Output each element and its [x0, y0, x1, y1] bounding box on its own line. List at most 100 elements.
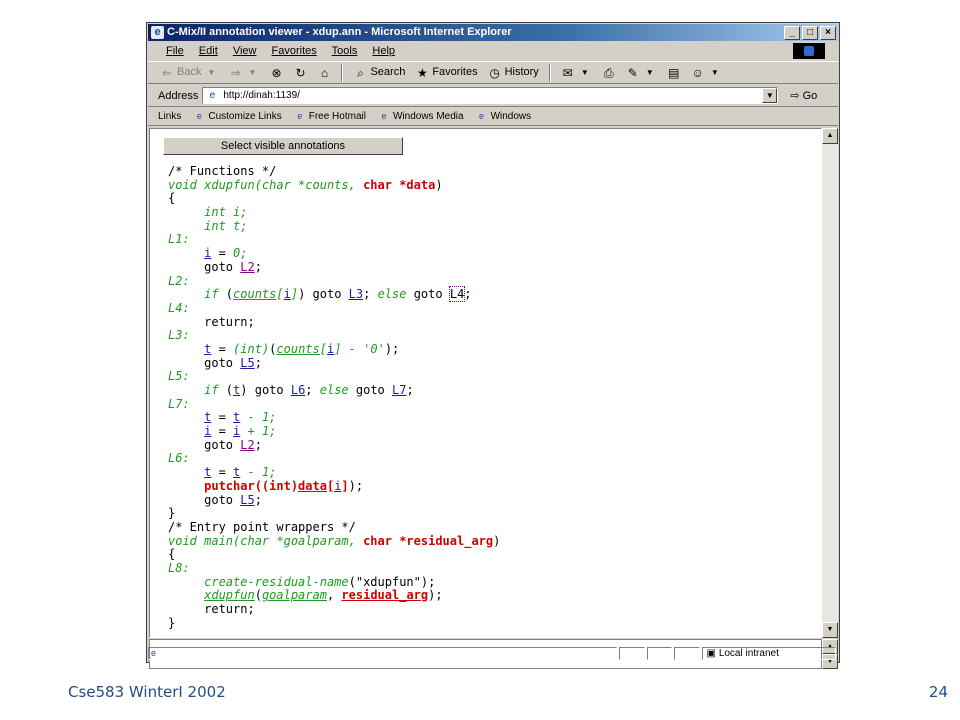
code-token: = — [211, 246, 234, 261]
go-button[interactable]: ⇨ Go — [790, 89, 817, 103]
code-token: L5: — [168, 369, 190, 384]
annotation-link[interactable]: L7 — [392, 383, 406, 397]
link-free-hotmail[interactable]: e Free Hotmail — [294, 111, 366, 122]
menu-file[interactable]: File — [166, 45, 184, 57]
home-button[interactable]: ⌂ — [317, 66, 331, 80]
edit-icon: ✎ — [627, 65, 638, 80]
code-token: ("xdupfun"); — [348, 574, 436, 589]
annotation-link[interactable]: counts — [233, 287, 276, 301]
refresh-button[interactable]: ↻ — [293, 66, 307, 80]
title-bar[interactable]: e C-Mix/II annotation viewer - xdup.ann … — [148, 24, 838, 41]
annotation-link[interactable]: L3 — [349, 287, 363, 301]
annotation-link[interactable]: residual_arg — [341, 588, 428, 602]
page-icon: e — [151, 648, 157, 658]
code-line: L7: — [168, 396, 500, 412]
code-token: ; — [464, 287, 472, 302]
code-token: void main(char *goalparam, — [168, 533, 364, 548]
code-token: ; — [254, 355, 262, 370]
code-token: return; — [168, 602, 255, 616]
code-token: } — [168, 506, 176, 521]
ie-icon: e — [151, 26, 164, 39]
code-line: create-residual-name("xdupfun"); — [168, 574, 500, 590]
code-line: t = t - 1; — [168, 465, 500, 480]
annotation-link[interactable]: L5 — [240, 493, 254, 507]
links-label: Links — [158, 111, 182, 122]
search-button[interactable]: ⌕ Search — [353, 62, 405, 83]
code-token: goto — [168, 259, 241, 274]
annotation-link[interactable]: xdupfun — [204, 588, 255, 602]
code-line: i = i + 1; — [168, 424, 500, 439]
mail-button[interactable]: ✉ ▼ — [561, 66, 592, 80]
link-windows[interactable]: e Windows — [476, 111, 531, 122]
annotated-code: /* Functions */void xdupfun(char *counts… — [168, 164, 500, 630]
forward-button[interactable]: ⇒ ▼ — [228, 66, 259, 80]
scroll-up-icon[interactable]: ▲ — [822, 128, 838, 144]
annotation-link[interactable]: i — [284, 287, 291, 301]
back-label: Back — [177, 66, 202, 78]
link-customize-links[interactable]: e Customize Links — [193, 111, 282, 122]
address-input[interactable]: e http://dinah:1139/ ▼ — [202, 87, 779, 104]
annotation-link[interactable]: L2 — [240, 260, 254, 274]
edit-button[interactable]: ✎ ▼ — [626, 66, 657, 80]
annotation-link[interactable]: goalparam — [262, 588, 327, 602]
minimize-button[interactable]: _ — [784, 26, 800, 40]
code-token: ] — [341, 478, 349, 493]
history-button[interactable]: ◷ History — [488, 62, 538, 83]
print-button[interactable]: ⎙ — [602, 66, 616, 80]
menu-help[interactable]: Help — [372, 45, 395, 57]
code-token: ] — [290, 287, 299, 302]
code-line: if (counts[i]) goto L3; else goto L4; — [168, 286, 500, 303]
intranet-icon: ▣ — [706, 648, 716, 659]
discuss-button[interactable]: ▤ — [667, 66, 681, 80]
messenger-button[interactable]: ☺ ▼ — [691, 66, 722, 80]
menu-bar: File Edit View Favorites Tools Help — [148, 42, 838, 60]
stop-button[interactable]: ⊗ — [269, 66, 283, 80]
code-token: L7: — [168, 396, 190, 411]
code-token: [ — [276, 287, 284, 302]
annotation-link[interactable]: L4 — [448, 286, 466, 303]
code-token: else — [319, 383, 349, 397]
annotation-link[interactable]: counts — [276, 342, 319, 356]
maximize-button[interactable]: □ — [802, 26, 818, 40]
scroll-down-icon[interactable]: ▼ — [822, 622, 838, 638]
links-bar: Links e Customize Links e Free Hotmail e Wi… — [148, 108, 838, 126]
menu-favorites[interactable]: Favorites — [272, 45, 317, 57]
vertical-scrollbar[interactable]: ▲ ▼ — [822, 128, 838, 638]
menu-edit[interactable]: Edit — [199, 45, 218, 57]
code-token: ; — [305, 383, 320, 397]
windows-logo-icon — [793, 43, 825, 59]
code-line: L5: — [168, 369, 500, 384]
close-button[interactable]: × — [820, 26, 836, 40]
link-windows-media[interactable]: e Windows Media — [378, 111, 463, 122]
page-icon: e — [381, 111, 387, 121]
annotation-link[interactable]: data — [298, 479, 327, 493]
select-visible-annotations-button[interactable]: Select visible annotations — [163, 137, 403, 155]
page-icon: e — [297, 111, 303, 121]
page-icon: e — [196, 111, 202, 121]
annotation-link[interactable]: L5 — [240, 356, 254, 370]
toolbar-separator — [341, 63, 344, 82]
chevron-down-icon: ▼ — [207, 67, 216, 77]
address-dropdown-icon[interactable]: ▼ — [762, 88, 778, 103]
chevron-down-icon: ▼ — [580, 67, 589, 77]
favorites-button[interactable]: ★ Favorites — [415, 62, 478, 83]
code-token: [ — [319, 341, 327, 356]
code-token: else — [377, 287, 407, 302]
annotation-link[interactable]: L6 — [291, 383, 305, 397]
chevron-down-icon: ▼ — [248, 67, 257, 77]
code-token: ); — [384, 341, 400, 356]
annotation-link[interactable]: L2 — [240, 438, 254, 452]
back-button[interactable]: ⇐ Back ▼ — [160, 62, 218, 83]
menu-tools[interactable]: Tools — [332, 45, 358, 57]
menu-view[interactable]: View — [233, 45, 257, 57]
slide-footer: Cse583 WinterI 2002 — [68, 683, 226, 701]
back-arrow-icon: ⇐ — [161, 65, 173, 80]
code-line: L8: — [168, 561, 500, 576]
